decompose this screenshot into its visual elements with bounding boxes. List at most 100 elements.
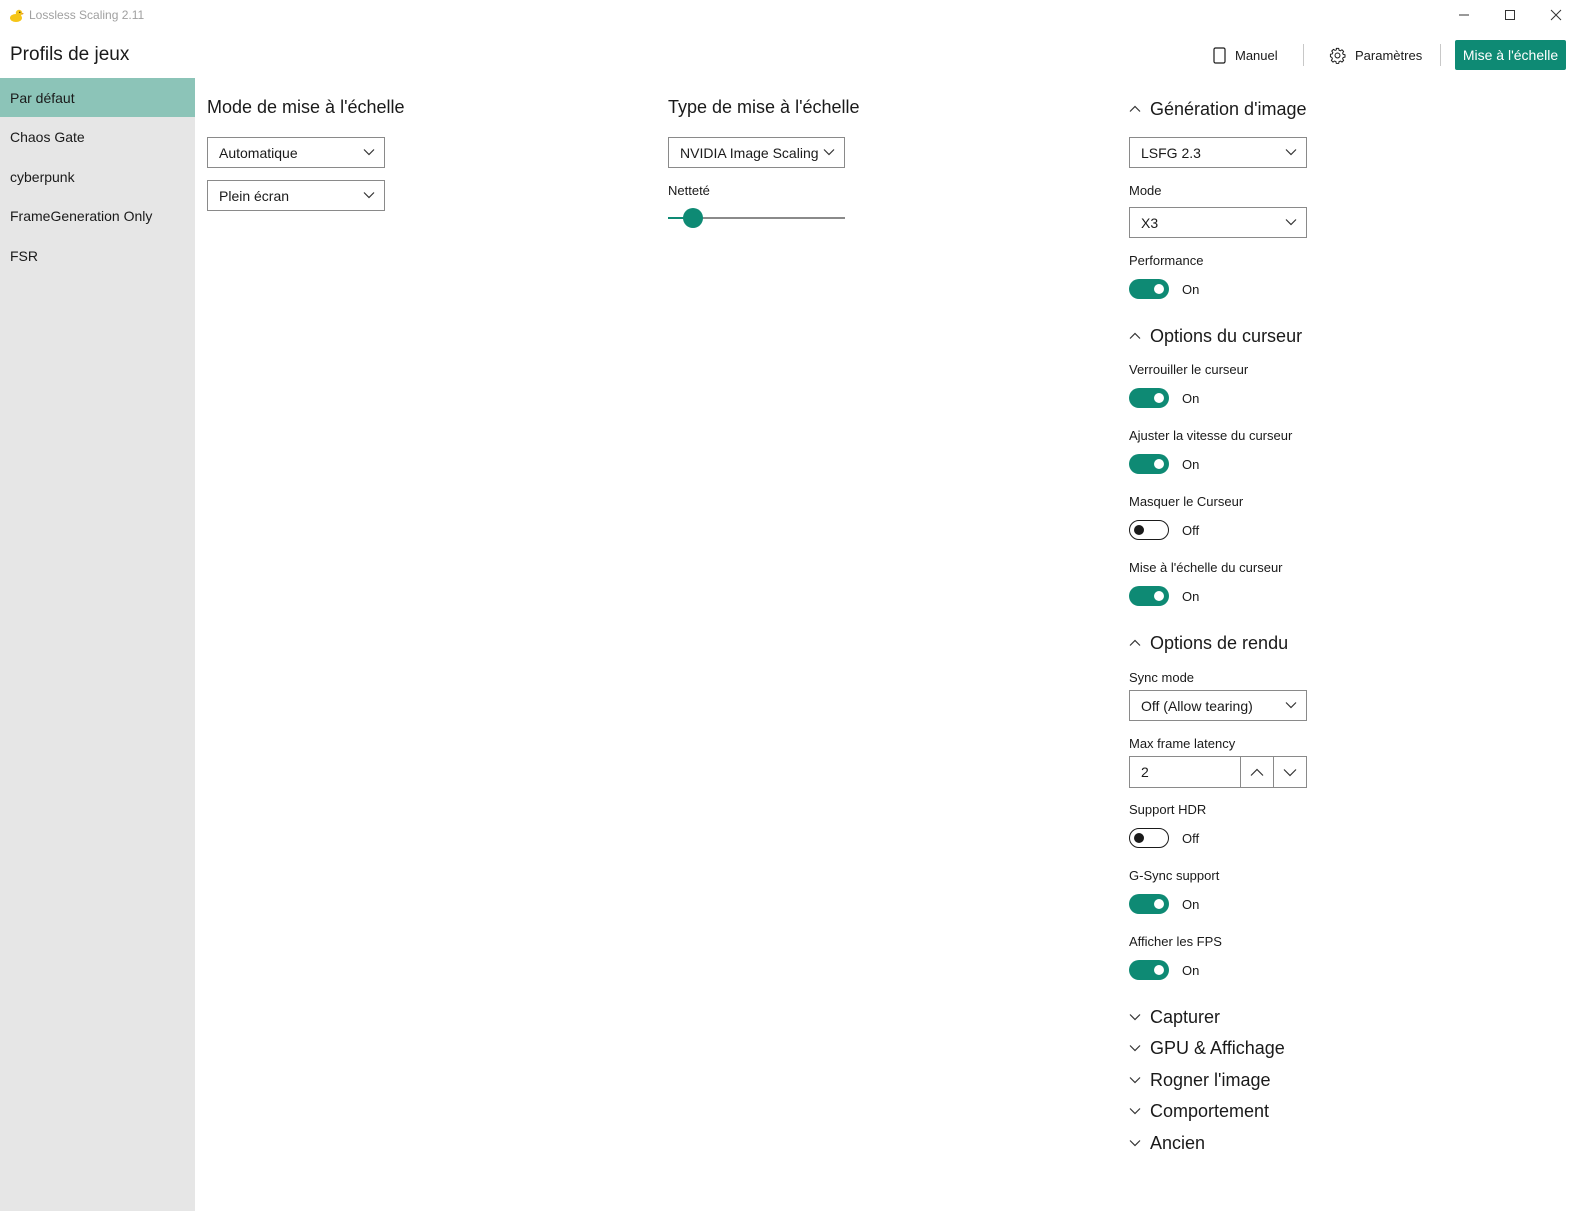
toggle-knob [1134, 524, 1144, 535]
maximize-icon [1505, 10, 1515, 20]
cursor-options-title: Options du curseur [1150, 325, 1303, 346]
hide-cursor-toggle[interactable] [1129, 520, 1169, 540]
performance-toggle[interactable] [1129, 279, 1169, 299]
performance-label: Performance [1129, 253, 1204, 268]
header-divider [1440, 44, 1441, 66]
frame-gen-version-value: LSFG 2.3 [1141, 144, 1201, 161]
sidebar-item-framegeneration-only[interactable]: FrameGeneration Only [0, 196, 195, 235]
toggle-knob [1154, 393, 1164, 403]
legacy-section-header[interactable]: Ancien [1129, 1130, 1205, 1156]
sidebar-item-fsr[interactable]: FSR [0, 236, 195, 275]
show-fps-state: On [1182, 963, 1200, 978]
lock-cursor-state: On [1182, 391, 1200, 406]
gsync-support-toggle[interactable] [1129, 894, 1169, 914]
scaling-mode-title: Mode de mise à l'échelle [207, 97, 405, 117]
sidebar-item-cyberpunk[interactable]: cyberpunk [0, 157, 195, 196]
close-button[interactable] [1533, 0, 1579, 30]
hide-cursor-state: Off [1182, 523, 1200, 538]
frame-gen-mode-value: X3 [1141, 214, 1159, 231]
hdr-support-toggle[interactable] [1129, 828, 1169, 848]
frame-gen-title: Génération d'image [1150, 98, 1307, 119]
render-options-section-header[interactable]: Options de rendu [1129, 630, 1288, 656]
header-divider [1303, 44, 1304, 66]
hdr-support-label: Support HDR [1129, 802, 1207, 817]
chevron-down-icon [1285, 219, 1297, 226]
increment-button[interactable] [1240, 757, 1273, 787]
chevron-down-icon [1285, 702, 1297, 709]
cursor-scale-state: On [1182, 589, 1200, 604]
cursor-options-section-header[interactable]: Options du curseur [1129, 323, 1302, 349]
frame-gen-version-dropdown[interactable]: LSFG 2.3 [1129, 137, 1307, 168]
window-mode-dropdown[interactable]: Plein écran [207, 180, 385, 211]
max-frame-latency-input[interactable]: 2 [1129, 756, 1307, 788]
decrement-button[interactable] [1273, 757, 1306, 787]
gsync-support-label: G-Sync support [1129, 868, 1220, 883]
behavior-section-header[interactable]: Comportement [1129, 1098, 1269, 1124]
scaling-type-title: Type de mise à l'échelle [668, 97, 860, 117]
capture-section-header[interactable]: Capturer [1129, 1004, 1220, 1030]
chevron-down-icon [1129, 1140, 1141, 1147]
toggle-knob [1154, 591, 1164, 601]
sync-mode-dropdown[interactable]: Off (Allow tearing) [1129, 690, 1307, 721]
minimize-icon [1459, 14, 1469, 16]
scaling-type-dropdown[interactable]: NVIDIA Image Scaling [668, 137, 845, 168]
scaling-mode-value: Automatique [219, 144, 298, 161]
sidebar-item-chaos-gate[interactable]: Chaos Gate [0, 117, 195, 156]
mode-label: Mode [1129, 183, 1162, 198]
maximize-button[interactable] [1487, 0, 1533, 30]
sync-mode-value: Off (Allow tearing) [1141, 697, 1253, 714]
profiles-title: Profils de jeux [10, 44, 130, 65]
section-title: Capturer [1150, 1006, 1221, 1027]
settings-button[interactable]: Paramètres [1329, 40, 1422, 70]
section-title: Ancien [1150, 1132, 1206, 1153]
cursor-speed-state: On [1182, 457, 1200, 472]
sidebar-item-default[interactable]: Par défaut [0, 78, 195, 117]
hdr-support-state: Off [1182, 831, 1200, 846]
cursor-scale-label: Mise à l'échelle du curseur [1129, 560, 1283, 575]
settings-label: Paramètres [1355, 47, 1423, 63]
sidebar-item-label: FSR [10, 247, 38, 264]
sidebar-item-label: cyberpunk [10, 168, 75, 185]
sidebar-item-label: Par défaut [10, 89, 75, 106]
gpu-display-section-header[interactable]: GPU & Affichage [1129, 1035, 1285, 1061]
hide-cursor-label: Masquer le Curseur [1129, 494, 1244, 509]
gear-icon [1329, 47, 1346, 64]
show-fps-toggle[interactable] [1129, 960, 1169, 980]
minimize-button[interactable] [1441, 0, 1487, 30]
frame-gen-section-header[interactable]: Génération d'image [1129, 96, 1307, 122]
scaling-type-value: NVIDIA Image Scaling [680, 144, 819, 161]
sidebar-item-label: FrameGeneration Only [10, 207, 153, 224]
toggle-knob [1134, 832, 1144, 843]
lock-cursor-label: Verrouiller le curseur [1129, 362, 1249, 377]
section-title: Rogner l'image [1150, 1069, 1271, 1090]
scaling-mode-dropdown[interactable]: Automatique [207, 137, 385, 168]
toggle-knob [1154, 459, 1164, 469]
lock-cursor-toggle[interactable] [1129, 388, 1169, 408]
frame-gen-mode-dropdown[interactable]: X3 [1129, 207, 1307, 238]
sidebar-item-label: Chaos Gate [10, 128, 85, 145]
crop-image-section-header[interactable]: Rogner l'image [1129, 1067, 1271, 1093]
section-title: GPU & Affichage [1150, 1037, 1285, 1058]
chevron-down-icon [1129, 1045, 1141, 1052]
performance-state: On [1182, 282, 1200, 297]
sync-mode-label: Sync mode [1129, 670, 1195, 685]
sharpness-slider-thumb[interactable] [682, 208, 703, 228]
chevron-down-icon [1129, 1014, 1141, 1021]
sharpness-label: Netteté [668, 183, 710, 198]
profiles-sidebar: Par défaut Chaos Gate cyberpunk FrameGen… [0, 78, 195, 1211]
manual-button[interactable]: Manuel [1213, 40, 1278, 70]
chevron-down-icon [363, 149, 375, 156]
render-options-title: Options de rendu [1150, 632, 1289, 653]
cursor-speed-toggle[interactable] [1129, 454, 1169, 474]
scale-button[interactable]: Mise à l'échelle [1455, 40, 1566, 70]
section-title: Comportement [1150, 1100, 1270, 1121]
cursor-scale-toggle[interactable] [1129, 586, 1169, 606]
window-title: Lossless Scaling 2.11 [29, 8, 145, 22]
gsync-support-state: On [1182, 897, 1200, 912]
toggle-knob [1154, 284, 1164, 294]
chevron-down-icon [1129, 1077, 1141, 1084]
chevron-up-icon [1129, 332, 1141, 339]
max-frame-latency-label: Max frame latency [1129, 736, 1236, 751]
chevron-down-icon [1285, 149, 1297, 156]
chevron-down-icon [363, 192, 375, 199]
